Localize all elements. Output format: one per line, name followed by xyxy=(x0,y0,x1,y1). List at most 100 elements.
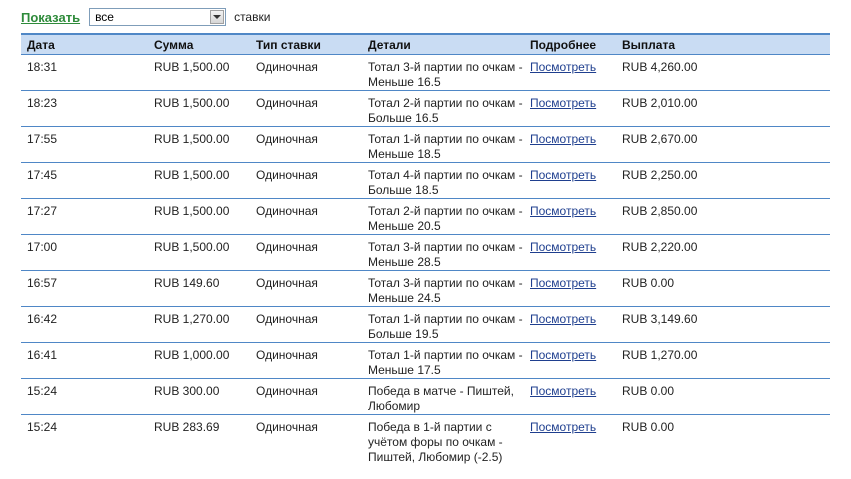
cell-bet-type: Одиночная xyxy=(250,198,362,235)
cell-payout: RUB 2,850.00 xyxy=(616,198,830,235)
cell-bet-type: Одиночная xyxy=(250,342,362,379)
header-amount: Сумма xyxy=(148,33,250,55)
cell-payout: RUB 2,010.00 xyxy=(616,90,830,127)
cell-amount: RUB 1,500.00 xyxy=(148,198,250,235)
show-link[interactable]: Показать xyxy=(21,10,80,25)
select-value: все xyxy=(95,10,114,24)
cell-date: 16:57 xyxy=(21,270,148,307)
table-row: 18:23 RUB 1,500.00 Одиночная Тотал 2-й парт… xyxy=(21,90,830,127)
cell-payout: RUB 0.00 xyxy=(616,378,830,415)
cell-payout: RUB 2,670.00 xyxy=(616,126,830,163)
table-row: 17:27 RUB 1,500.00 Одиночная Тотал 2-й парт… xyxy=(21,198,830,235)
cell-amount: RUB 1,500.00 xyxy=(148,234,250,271)
cell-amount: RUB 1,500.00 xyxy=(148,90,250,127)
cell-more: Посмотреть xyxy=(524,162,616,199)
cell-bet-type: Одиночная xyxy=(250,378,362,415)
table-row: 16:42 RUB 1,270.00 Одиночная Тотал 1-й парт… xyxy=(21,306,830,343)
cell-date: 17:27 xyxy=(21,198,148,235)
cell-details: Тотал 3-й партии по очкам - Меньше 24.5 xyxy=(362,270,524,307)
cell-bet-type: Одиночная xyxy=(250,234,362,271)
cell-bet-type: Одиночная xyxy=(250,162,362,199)
cell-date: 16:41 xyxy=(21,342,148,379)
table-row: 17:55 RUB 1,500.00 Одиночная Тотал 1-й парт… xyxy=(21,126,830,163)
view-details-link[interactable]: Посмотреть xyxy=(530,312,596,326)
view-details-link[interactable]: Посмотреть xyxy=(530,240,596,254)
cell-payout: RUB 4,260.00 xyxy=(616,54,830,91)
cell-more: Посмотреть xyxy=(524,306,616,343)
cell-bet-type: Одиночная xyxy=(256,420,318,434)
cell-date: 17:55 xyxy=(21,126,148,163)
cell-amount: RUB 1,500.00 xyxy=(148,54,250,91)
view-details-link[interactable]: Посмотреть xyxy=(530,384,596,398)
cell-bet-type: Одиночная xyxy=(250,90,362,127)
cell-details: Тотал 2-й партии по очкам - Больше 16.5 xyxy=(362,90,524,127)
table-row: 17:45 RUB 1,500.00 Одиночная Тотал 4-й парт… xyxy=(21,162,830,199)
cell-amount: RUB 283.69 xyxy=(154,420,220,434)
cell-amount: RUB 1,500.00 xyxy=(148,126,250,163)
cell-details: Тотал 4-й партии по очкам - Больше 18.5 xyxy=(362,162,524,199)
cell-date: 18:23 xyxy=(21,90,148,127)
cell-date: 18:31 xyxy=(21,54,148,91)
table-row: 18:31 RUB 1,500.00 Одиночная Тотал 3-й парт… xyxy=(21,54,830,91)
cell-payout: RUB 1,270.00 xyxy=(616,342,830,379)
cell-bet-type: Одиночная xyxy=(250,306,362,343)
cell-details: Тотал 3-й партии по очкам - Меньше 28.5 xyxy=(362,234,524,271)
filter-bar: Показать все ставки xyxy=(21,6,270,28)
cell-more: Посмотреть xyxy=(524,342,616,379)
table-row: 16:41 RUB 1,000.00 Одиночная Тотал 1-й парт… xyxy=(21,342,830,379)
table-row: 16:57 RUB 149.60 Одиночная Тотал 3-й партии… xyxy=(21,270,830,307)
table-header-row: Дата Сумма Тип ставки Детали Подробнее В… xyxy=(21,33,830,55)
cell-payout: RUB 0.00 xyxy=(616,270,830,307)
cell-payout: RUB 2,220.00 xyxy=(616,234,830,271)
header-date: Дата xyxy=(21,33,148,55)
cell-details: Тотал 1-й партии по очкам - Меньше 17.5 xyxy=(362,342,524,379)
cell-bet-type: Одиночная xyxy=(250,270,362,307)
cell-more: Посмотреть xyxy=(524,378,616,415)
cell-more: Посмотреть xyxy=(524,415,616,466)
cell-payout: RUB 3,149.60 xyxy=(616,306,830,343)
view-details-link[interactable]: Посмотреть xyxy=(530,168,596,182)
cell-date: 15:24 xyxy=(21,378,148,415)
cell-details: Тотал 3-й партии по очкам - Меньше 16.5 xyxy=(362,54,524,91)
cell-details: Тотал 1-й партии по очкам - Больше 19.5 xyxy=(362,306,524,343)
header-more: Подробнее xyxy=(524,33,616,55)
chevron-down-icon[interactable] xyxy=(210,10,225,24)
cell-details: Тотал 2-й партии по очкам - Меньше 20.5 xyxy=(362,198,524,235)
cell-date: 17:45 xyxy=(21,162,148,199)
cell-amount: RUB 149.60 xyxy=(148,270,250,307)
cell-payout: RUB 0.00 xyxy=(622,420,675,434)
table-row: 15:24 RUB 283.69 Одиночная Победа в 1-й пар… xyxy=(21,415,830,466)
table-row: 15:24 RUB 300.00 Одиночная Победа в матче -… xyxy=(21,378,830,415)
cell-details: Тотал 1-й партии по очкам - Меньше 18.5 xyxy=(362,126,524,163)
view-details-link[interactable]: Посмотреть xyxy=(530,276,596,290)
bets-table: Дата Сумма Тип ставки Детали Подробнее В… xyxy=(21,33,830,465)
cell-details: Победа в матче - Пиштей, Любомир xyxy=(362,378,524,415)
cell-amount: RUB 1,270.00 xyxy=(148,306,250,343)
view-details-link[interactable]: Посмотреть xyxy=(530,96,596,110)
cell-details: Победа в 1-й партии с учётом форы по очк… xyxy=(368,420,503,464)
cell-more: Посмотреть xyxy=(524,90,616,127)
header-payout: Выплата xyxy=(616,33,830,55)
cell-payout: RUB 2,250.00 xyxy=(616,162,830,199)
cell-date: 15:24 xyxy=(27,420,58,434)
filter-suffix-label: ставки xyxy=(234,10,271,24)
cell-more: Посмотреть xyxy=(524,126,616,163)
cell-date: 17:00 xyxy=(21,234,148,271)
cell-more: Посмотреть xyxy=(524,270,616,307)
cell-date: 16:42 xyxy=(21,306,148,343)
cell-amount: RUB 1,500.00 xyxy=(148,162,250,199)
bet-filter-select[interactable]: все xyxy=(89,8,227,26)
cell-more: Посмотреть xyxy=(524,54,616,91)
view-details-link[interactable]: Посмотреть xyxy=(530,348,596,362)
view-details-link[interactable]: Посмотреть xyxy=(530,204,596,218)
cell-more: Посмотреть xyxy=(524,198,616,235)
cell-more: Посмотреть xyxy=(524,234,616,271)
header-details: Детали xyxy=(362,33,524,55)
view-details-link[interactable]: Посмотреть xyxy=(530,420,596,434)
header-bet-type: Тип ставки xyxy=(250,33,362,55)
view-details-link[interactable]: Посмотреть xyxy=(530,132,596,146)
cell-bet-type: Одиночная xyxy=(250,54,362,91)
table-row: 17:00 RUB 1,500.00 Одиночная Тотал 3-й парт… xyxy=(21,234,830,271)
view-details-link[interactable]: Посмотреть xyxy=(530,60,596,74)
cell-amount: RUB 300.00 xyxy=(148,378,250,415)
